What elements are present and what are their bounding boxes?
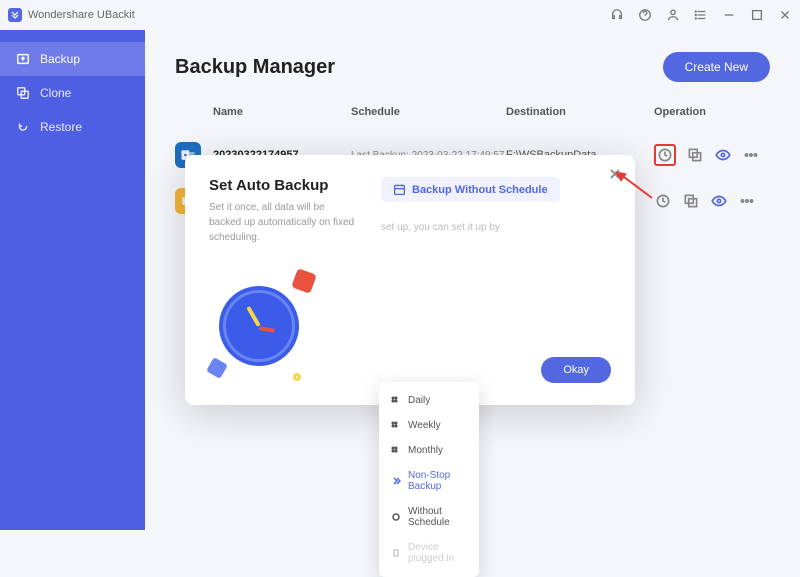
close-icon[interactable] (609, 167, 621, 185)
row-operations (654, 144, 760, 166)
sidebar: Backup Clone Restore (0, 30, 145, 530)
help-icon[interactable] (638, 8, 652, 22)
copy-button[interactable] (686, 146, 704, 164)
view-button[interactable] (710, 192, 728, 210)
col-schedule: Schedule (351, 106, 506, 118)
user-icon[interactable] (666, 8, 680, 22)
circle-icon (391, 512, 401, 522)
clock-illustration (209, 271, 319, 381)
okay-button[interactable]: Okay (541, 357, 611, 383)
modal-subtitle: Set it once, all data will be backed up … (209, 200, 359, 245)
view-button[interactable] (714, 146, 732, 164)
app-title: Wondershare UBackit (28, 9, 135, 21)
sidebar-item-restore[interactable]: Restore (0, 110, 145, 144)
dropdown-item-weekly[interactable]: Weekly (379, 413, 479, 438)
menu-icon[interactable] (694, 8, 708, 22)
sidebar-item-label: Clone (40, 86, 71, 100)
sidebar-item-clone[interactable]: Clone (0, 76, 145, 110)
dropdown-item-device: Device plugged in (379, 535, 479, 571)
sidebar-item-backup[interactable]: Backup (0, 42, 145, 76)
schedule-button[interactable] (656, 146, 674, 164)
calendar-icon (393, 183, 406, 196)
close-icon[interactable] (778, 8, 792, 22)
maximize-icon[interactable] (750, 8, 764, 22)
col-destination: Destination (506, 106, 654, 118)
backup-icon (16, 52, 30, 66)
restore-icon (16, 120, 30, 134)
clone-icon (16, 86, 30, 100)
dots-icon (391, 396, 401, 406)
titlebar: Wondershare UBackit (0, 0, 800, 30)
page-title: Backup Manager (175, 56, 335, 79)
dropdown-item-monthly[interactable]: Monthly (379, 438, 479, 463)
chevron-right-icon (391, 476, 401, 486)
schedule-selector[interactable]: Backup Without Schedule (381, 177, 560, 202)
plug-icon (391, 548, 401, 558)
col-operation: Operation (654, 106, 706, 118)
app-logo (8, 8, 22, 22)
auto-backup-modal: Set Auto Backup Set it once, all data wi… (185, 155, 635, 405)
sidebar-item-label: Backup (40, 52, 80, 66)
dropdown-item-nonstop[interactable]: Non-Stop Backup (379, 463, 479, 499)
more-button[interactable] (738, 192, 756, 210)
headset-icon[interactable] (610, 8, 624, 22)
modal-title: Set Auto Backup (209, 177, 359, 194)
schedule-chip-label: Backup Without Schedule (412, 184, 548, 196)
dots-icon (391, 421, 401, 431)
schedule-dropdown: Daily Weekly Monthly Non-Stop Backup Wit… (379, 382, 479, 577)
sidebar-item-label: Restore (40, 120, 82, 134)
modal-hint: set up, you can set it up by (381, 222, 611, 233)
minimize-icon[interactable] (722, 8, 736, 22)
schedule-button-highlight (654, 144, 676, 166)
more-button[interactable] (742, 146, 760, 164)
dropdown-item-daily[interactable]: Daily (379, 388, 479, 413)
table-header: Name Schedule Destination Operation (175, 100, 770, 132)
copy-button[interactable] (682, 192, 700, 210)
row-operations (654, 192, 756, 210)
dots-icon (391, 446, 401, 456)
col-name: Name (213, 106, 351, 118)
schedule-button[interactable] (654, 192, 672, 210)
create-new-button[interactable]: Create New (663, 52, 770, 82)
